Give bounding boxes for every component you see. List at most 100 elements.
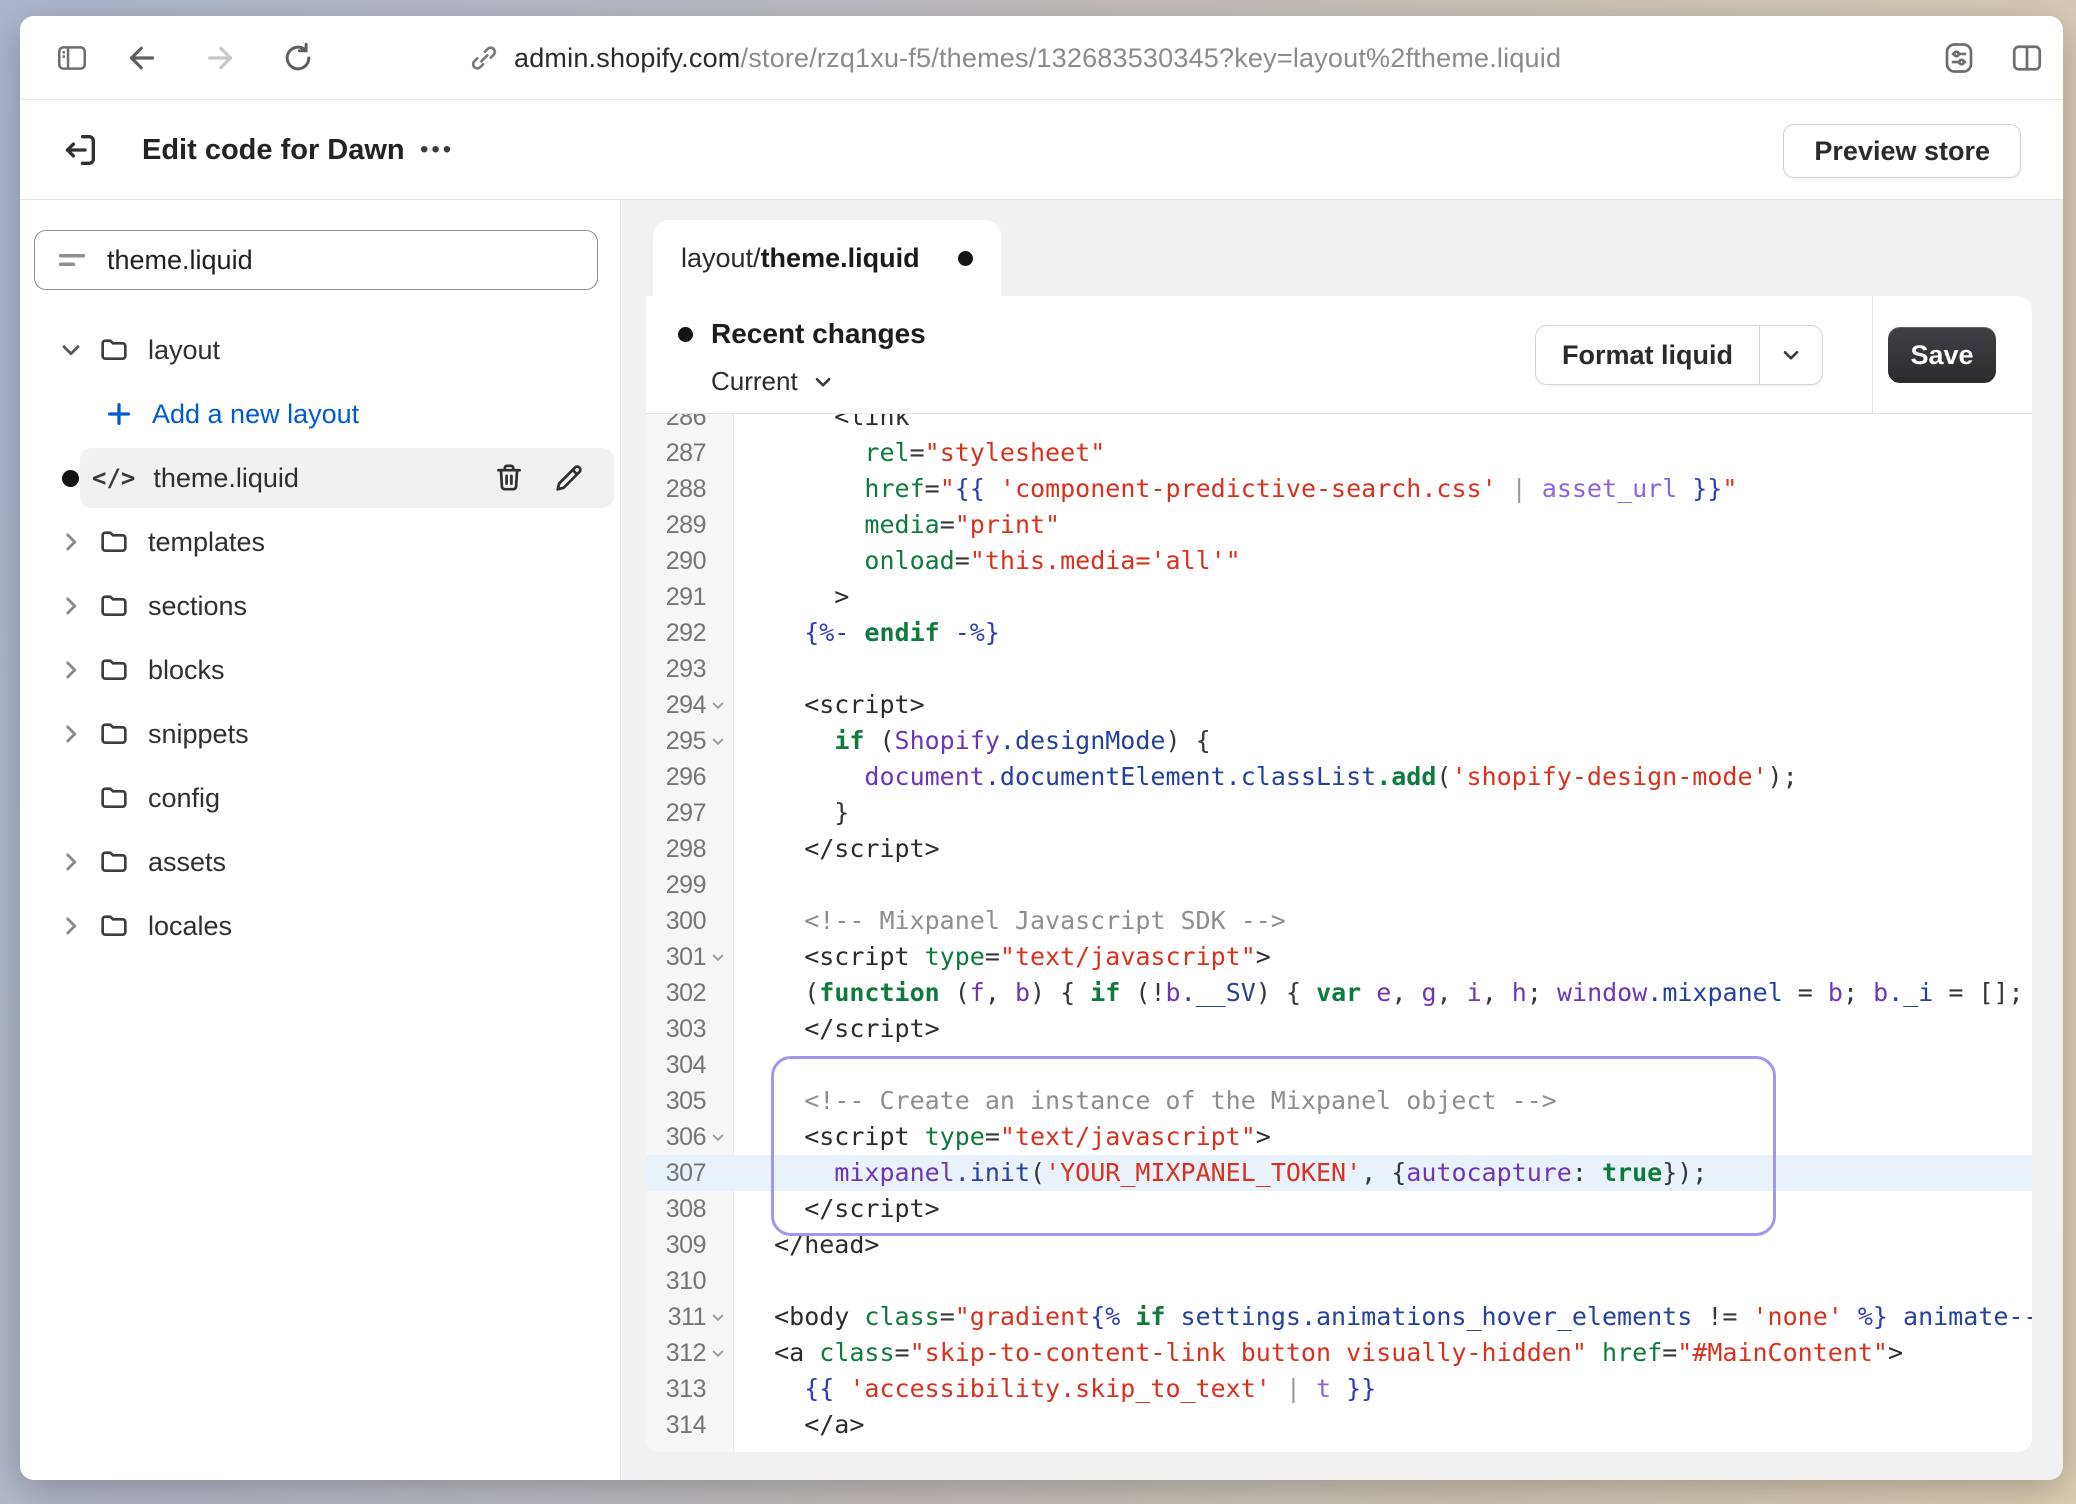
code-line-312[interactable]: 312 <a class="skip-to-content-link butto… — [646, 1335, 2032, 1371]
line-number: 289 — [646, 507, 734, 543]
code-line-294[interactable]: 294 <script> — [646, 687, 2032, 723]
tab-theme-liquid[interactable]: layout/theme.liquid — [653, 220, 1001, 296]
code-line-288[interactable]: 288 href="{{ 'component-predictive-searc… — [646, 471, 2032, 507]
line-number: 304 — [646, 1047, 734, 1083]
code-line-314[interactable]: 314 </a> — [646, 1407, 2032, 1443]
code-line-309[interactable]: 309 </head> — [646, 1227, 2032, 1263]
address-bar[interactable]: admin.shopify.com/store/rzq1xu-f5/themes… — [514, 43, 1561, 74]
line-number: 302 — [646, 975, 734, 1011]
browser-split-view-icon[interactable] — [2005, 36, 2049, 80]
chevron-right-icon[interactable] — [56, 593, 86, 619]
fold-toggle-icon[interactable] — [710, 1309, 726, 1326]
code-line-302[interactable]: 302 (function (f, b) { if (!b.__SV) { va… — [646, 975, 2032, 1011]
format-liquid-dropdown[interactable] — [1759, 326, 1822, 384]
code-line-296[interactable]: 296 document.documentElement.classList.a… — [646, 759, 2032, 795]
code-line-303[interactable]: 303 </script> — [646, 1011, 2032, 1047]
code-line-291[interactable]: 291 > — [646, 579, 2032, 615]
chevron-right-icon[interactable] — [56, 913, 86, 939]
code-line-297[interactable]: 297 } — [646, 795, 2032, 831]
editor-area: layout/theme.liquid Recent changes Curre… — [622, 200, 2063, 1480]
sidebar-item-templates[interactable]: templates — [20, 510, 620, 574]
code-line-307[interactable]: 307 mixpanel.init('YOUR_MIXPANEL_TOKEN',… — [646, 1155, 2032, 1191]
code-line-287[interactable]: 287 rel="stylesheet" — [646, 435, 2032, 471]
page-title: Edit code for Dawn — [142, 100, 405, 200]
preview-store-button[interactable]: Preview store — [1783, 124, 2021, 178]
browser-sidebar-toggle-icon[interactable] — [50, 36, 94, 80]
code-line-295[interactable]: 295 if (Shopify.designMode) { — [646, 723, 2032, 759]
code-line-301[interactable]: 301 <script type="text/javascript"> — [646, 939, 2032, 975]
chevron-down-icon — [1778, 342, 1804, 368]
file-search-value: theme.liquid — [107, 245, 253, 276]
line-number: 306 — [646, 1119, 734, 1155]
rename-file-icon[interactable] — [552, 461, 586, 495]
code-line-298[interactable]: 298 </script> — [646, 831, 2032, 867]
fold-toggle-icon[interactable] — [710, 949, 726, 966]
code-line-311[interactable]: 311 <body class="gradient{% if settings.… — [646, 1299, 2032, 1335]
code-text — [734, 867, 2032, 903]
sidebar-item-blocks[interactable]: blocks — [20, 638, 620, 702]
browser-back-icon[interactable] — [120, 36, 164, 80]
version-dropdown[interactable]: Current — [711, 366, 836, 397]
sidebar-item-label: locales — [148, 911, 232, 942]
save-button[interactable]: Save — [1888, 327, 1996, 383]
chevron-right-icon[interactable] — [56, 721, 86, 747]
line-number: 295 — [646, 723, 734, 759]
exit-code-editor-button[interactable] — [56, 126, 104, 174]
chevron-right-icon[interactable] — [56, 657, 86, 683]
code-line-290[interactable]: 290 onload="this.media='all'" — [646, 543, 2032, 579]
code-line-292[interactable]: 292 {%- endif -%} — [646, 615, 2032, 651]
delete-file-icon[interactable] — [492, 461, 526, 495]
line-number: 288 — [646, 471, 734, 507]
code-editor[interactable]: 286 <link287 rel="stylesheet"288 href="{… — [646, 414, 2032, 1452]
sidebar-item-snippets[interactable]: snippets — [20, 702, 620, 766]
code-line-313[interactable]: 313 {{ 'accessibility.skip_to_text' | t … — [646, 1371, 2032, 1407]
current-file-dot — [62, 470, 79, 487]
code-text: </a> — [734, 1407, 2032, 1443]
code-lines: 286 <link287 rel="stylesheet"288 href="{… — [646, 414, 2032, 1443]
code-line-304[interactable]: 304 — [646, 1047, 2032, 1083]
line-number: 297 — [646, 795, 734, 831]
line-number: 292 — [646, 615, 734, 651]
line-number: 287 — [646, 435, 734, 471]
sidebar-item-label: assets — [148, 847, 226, 878]
code-text: href="{{ 'component-predictive-search.cs… — [734, 471, 2032, 507]
line-number: 293 — [646, 651, 734, 687]
sidebar-item-sections[interactable]: sections — [20, 574, 620, 638]
browser-reload-icon[interactable] — [276, 36, 320, 80]
code-line-305[interactable]: 305 <!-- Create an instance of the Mixpa… — [646, 1083, 2032, 1119]
line-number: 303 — [646, 1011, 734, 1047]
format-liquid-button[interactable]: Format liquid — [1536, 326, 1759, 384]
code-line-306[interactable]: 306 <script type="text/javascript"> — [646, 1119, 2032, 1155]
code-line-310[interactable]: 310 — [646, 1263, 2032, 1299]
sidebar-item-locales[interactable]: locales — [20, 894, 620, 958]
sidebar-item-config[interactable]: config — [20, 766, 620, 830]
browser-extensions-icon[interactable] — [1937, 36, 1981, 80]
file-search-input[interactable]: theme.liquid — [34, 230, 598, 290]
code-line-289[interactable]: 289 media="print" — [646, 507, 2032, 543]
code-line-286[interactable]: 286 <link — [646, 414, 2032, 435]
code-text: } — [734, 795, 2032, 831]
code-line-308[interactable]: 308 </script> — [646, 1191, 2032, 1227]
fold-toggle-icon[interactable] — [710, 1129, 726, 1146]
more-actions-button[interactable]: ••• — [420, 100, 454, 200]
fold-toggle-icon[interactable] — [710, 1345, 726, 1362]
browser-forward-icon[interactable] — [198, 36, 242, 80]
folder-icon — [98, 718, 130, 750]
code-text: </script> — [734, 1011, 2032, 1047]
sidebar-item-label: blocks — [148, 655, 225, 686]
sidebar-item-add-a-new-layout[interactable]: Add a new layout — [20, 382, 620, 446]
chevron-right-icon[interactable] — [56, 529, 86, 555]
sidebar-item-assets[interactable]: assets — [20, 830, 620, 894]
sidebar-item-theme.liquid[interactable]: </>theme.liquid — [20, 446, 620, 510]
chevron-right-icon[interactable] — [56, 849, 86, 875]
line-number: 308 — [646, 1191, 734, 1227]
code-line-299[interactable]: 299 — [646, 867, 2032, 903]
fold-toggle-icon[interactable] — [710, 733, 726, 750]
sidebar-item-layout[interactable]: layout — [20, 318, 620, 382]
fold-toggle-icon[interactable] — [710, 697, 726, 714]
chevron-down-icon[interactable] — [56, 337, 86, 363]
code-line-293[interactable]: 293 — [646, 651, 2032, 687]
code-text: (function (f, b) { if (!b.__SV) { var e,… — [734, 975, 2032, 1011]
code-text: <script type="text/javascript"> — [734, 939, 2032, 975]
code-line-300[interactable]: 300 <!-- Mixpanel Javascript SDK --> — [646, 903, 2032, 939]
